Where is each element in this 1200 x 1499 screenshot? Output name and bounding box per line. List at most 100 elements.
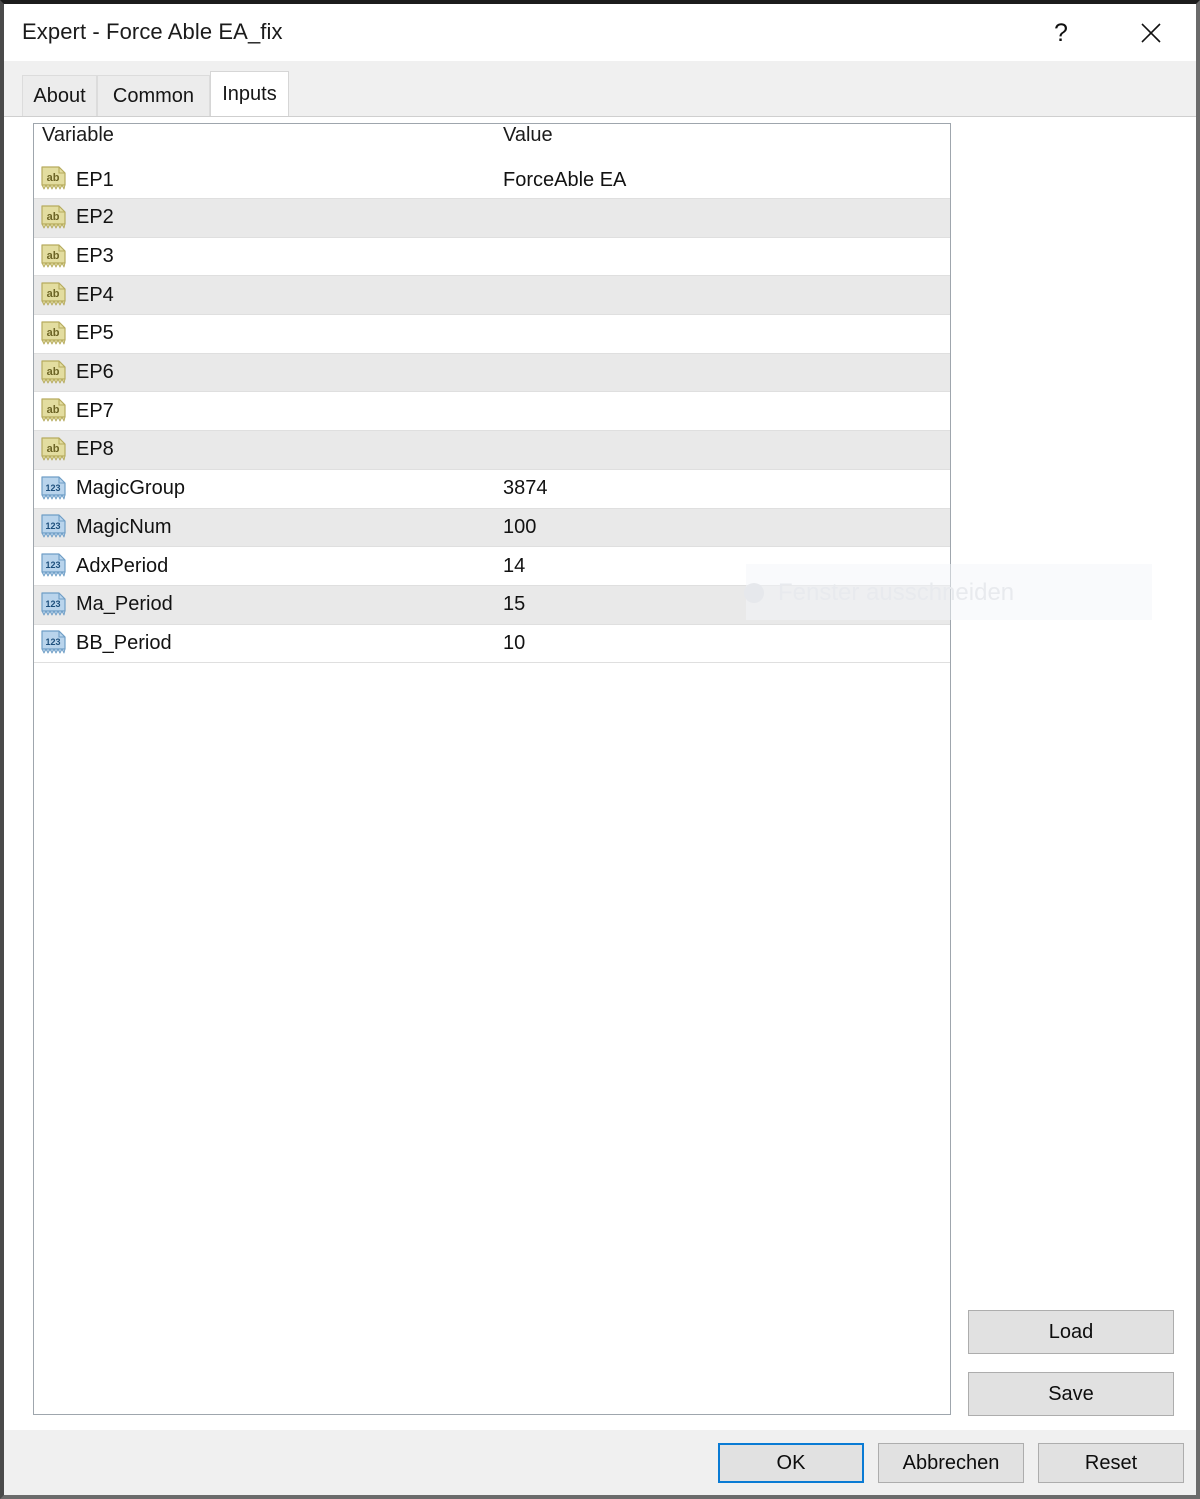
- table-row[interactable]: ab EP6: [34, 353, 950, 393]
- string-type-icon: ab: [41, 321, 67, 347]
- cell-value[interactable]: [492, 392, 950, 430]
- string-type-icon: ab: [41, 166, 67, 192]
- cell-variable: ab EP8: [34, 431, 491, 469]
- ok-button[interactable]: OK: [718, 1443, 864, 1483]
- string-type-icon: ab: [41, 205, 67, 231]
- reset-button-label: Reset: [1084, 1451, 1138, 1474]
- svg-text:123: 123: [45, 483, 60, 493]
- cell-value[interactable]: [492, 199, 950, 237]
- cell-variable: ab EP7: [34, 392, 491, 430]
- cell-value[interactable]: [492, 431, 950, 469]
- table-row[interactable]: 123 BB_Period 10: [34, 624, 950, 664]
- cell-variable: 123 BB_Period: [34, 625, 491, 663]
- column-header-variable: Variable: [42, 124, 114, 146]
- load-button[interactable]: Load: [968, 1310, 1174, 1354]
- table-header-row: Variable Value: [34, 124, 950, 146]
- variable-name: MagicNum: [76, 515, 172, 538]
- svg-text:123: 123: [45, 599, 60, 609]
- svg-text:ab: ab: [47, 443, 60, 455]
- table-body: ab EP1 ForceAble EA ab EP2 ab EP3 ab EP4 ab EP5 ab E…: [34, 145, 950, 664]
- variable-name: EP2: [76, 206, 114, 229]
- table-row[interactable]: ab EP5: [34, 315, 950, 354]
- variable-name: AdxPeriod: [76, 554, 169, 577]
- numeric-type-icon: 123: [41, 476, 67, 502]
- string-type-icon: ab: [41, 437, 67, 463]
- cell-value[interactable]: 14: [492, 547, 950, 585]
- dialog-footer: OK Abbrechen Reset: [4, 1430, 1196, 1495]
- string-type-icon: ab: [41, 282, 67, 308]
- variable-name: EP7: [76, 399, 114, 422]
- table-row[interactable]: ab EP8: [34, 431, 950, 470]
- variable-name: Ma_Period: [76, 593, 173, 616]
- variable-name: EP3: [76, 245, 114, 268]
- svg-text:ab: ab: [47, 172, 60, 184]
- variable-name: EP6: [76, 361, 114, 384]
- cell-value[interactable]: 3874: [492, 470, 950, 508]
- svg-text:ab: ab: [47, 366, 60, 378]
- string-type-icon: ab: [41, 359, 67, 386]
- tab-common[interactable]: Common: [97, 75, 210, 116]
- cell-variable: 123 Ma_Period: [34, 586, 491, 624]
- variable-value: 14: [503, 554, 526, 577]
- variable-name: BB_Period: [76, 631, 172, 654]
- cell-variable: ab EP5: [34, 315, 491, 353]
- table-row[interactable]: ab EP7: [34, 392, 950, 432]
- cell-value[interactable]: 15: [492, 586, 950, 624]
- variable-name: EP1: [76, 169, 114, 191]
- title-bar: Expert - Force Able EA_fix ?: [4, 4, 1196, 61]
- variable-name: EP5: [76, 322, 114, 345]
- variable-name: EP8: [76, 438, 114, 461]
- svg-text:ab: ab: [47, 288, 60, 300]
- table-row[interactable]: 123 MagicNum 100: [34, 508, 950, 548]
- cell-variable: ab EP2: [34, 199, 491, 237]
- numeric-type-icon: 123: [41, 553, 67, 579]
- tab-inputs-label: Inputs: [222, 82, 277, 105]
- cell-value[interactable]: [492, 238, 950, 276]
- header-cell-variable: Variable: [34, 124, 491, 146]
- string-type-icon: ab: [41, 243, 67, 270]
- table-row[interactable]: ab EP1 ForceAble EA: [34, 145, 950, 199]
- help-icon[interactable]: ?: [1038, 12, 1084, 54]
- cell-variable: 123 MagicGroup: [34, 470, 491, 508]
- tab-inputs[interactable]: Inputs: [210, 71, 289, 116]
- svg-text:ab: ab: [47, 250, 60, 262]
- string-type-icon: ab: [41, 398, 67, 424]
- tab-common-label: Common: [112, 84, 195, 107]
- tab-page-inputs: Variable Value ab EP1 ForceAble EA ab EP2 ab E…: [4, 116, 1196, 1431]
- table-row[interactable]: 123 AdxPeriod 14: [34, 547, 950, 586]
- cell-value[interactable]: [492, 354, 950, 392]
- ok-button-label: OK: [776, 1451, 806, 1474]
- tab-about[interactable]: About: [22, 75, 97, 116]
- table-row[interactable]: 123 MagicGroup 3874: [34, 469, 950, 509]
- table-row[interactable]: ab EP3: [34, 237, 950, 277]
- table-row[interactable]: ab EP4: [34, 276, 950, 316]
- header-cell-value: Value: [492, 124, 950, 146]
- help-glyph: ?: [1054, 18, 1068, 47]
- svg-text:ab: ab: [47, 211, 60, 223]
- cell-variable: 123 MagicNum: [34, 509, 491, 547]
- save-button[interactable]: Save: [968, 1372, 1174, 1416]
- cell-variable: ab EP6: [34, 354, 491, 392]
- table-row[interactable]: 123 Ma_Period 15: [34, 585, 950, 625]
- table-row[interactable]: ab EP2: [34, 199, 950, 238]
- cell-value[interactable]: [492, 315, 950, 353]
- cell-variable: 123 AdxPeriod: [34, 547, 491, 585]
- cell-variable: ab EP1: [34, 145, 491, 198]
- cancel-button[interactable]: Abbrechen: [878, 1443, 1024, 1483]
- variable-value: 3874: [503, 477, 548, 500]
- svg-text:ab: ab: [47, 327, 60, 339]
- reset-button[interactable]: Reset: [1038, 1443, 1184, 1483]
- cell-value[interactable]: ForceAble EA: [492, 145, 950, 198]
- cell-value[interactable]: [492, 276, 950, 314]
- svg-text:123: 123: [45, 560, 60, 570]
- close-icon[interactable]: [1128, 12, 1174, 54]
- variable-value: ForceAble EA: [503, 169, 627, 191]
- variable-value: 10: [503, 631, 526, 654]
- variable-value: 15: [503, 593, 526, 616]
- numeric-type-icon: 123: [41, 514, 67, 540]
- inputs-list[interactable]: Variable Value ab EP1 ForceAble EA ab EP2 ab E…: [33, 123, 951, 1415]
- cell-value[interactable]: 10: [492, 625, 950, 663]
- variable-value: 100: [503, 515, 537, 538]
- cell-value[interactable]: 100: [492, 509, 950, 547]
- tab-strip: About Common Inputs: [4, 61, 1196, 116]
